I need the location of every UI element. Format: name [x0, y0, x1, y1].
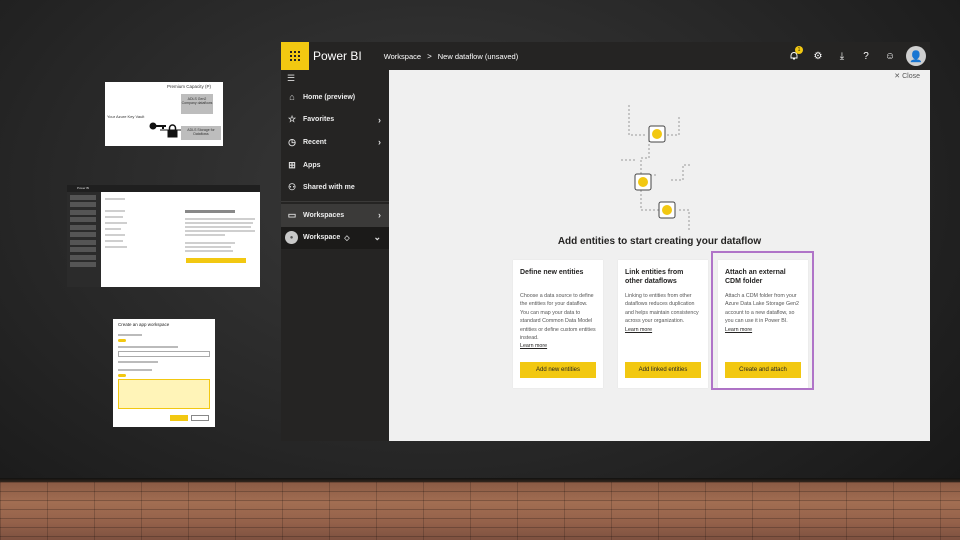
- close-button[interactable]: ✕ Close: [894, 72, 920, 80]
- nav-item-home[interactable]: ⌂ Home (preview): [281, 86, 389, 109]
- main-content: ✕ Close Add entities to start creating y…: [389, 70, 930, 441]
- gear-icon: ⚙: [813, 50, 823, 62]
- thumb1-left-text: Your Azure Key Vault: [107, 114, 145, 119]
- thumb2-topbar: Power BI: [67, 185, 260, 192]
- nav-item-workspaces[interactable]: ▭ Workspaces ›: [281, 203, 389, 227]
- breadcrumb-current: New dataflow (unsaved): [437, 51, 519, 61]
- card-description: Choose a data source to define the entit…: [520, 293, 596, 342]
- nav-item-label: Recent: [303, 138, 327, 146]
- chevron-right-icon: ›: [378, 210, 381, 221]
- workspace-avatar-icon: ●: [285, 231, 298, 245]
- apps-icon: ⊞: [288, 159, 296, 170]
- thumb3-title: Create an app workspace: [118, 322, 170, 327]
- card-description: Attach a CDM folder from your Azure Data…: [725, 293, 799, 325]
- nav-item-label: Workspaces: [303, 211, 345, 219]
- chevron-right-icon: ›: [378, 114, 381, 125]
- thumb2-sidebar: [67, 192, 101, 287]
- clock-icon: ◷: [288, 136, 296, 147]
- premium-diamond-icon: ◇: [344, 234, 350, 242]
- card-define-new-entities: Define new entities Choose a data source…: [513, 260, 603, 388]
- thumbnail-create-workspace: Create an app workspace: [113, 319, 215, 427]
- download-icon: ⤓: [839, 50, 845, 62]
- smiley-icon: ☺: [884, 50, 896, 62]
- thumbnail-architecture: Premium Capacity (P) ADLS Gen2 Company d…: [105, 82, 223, 146]
- close-icon: ✕: [894, 73, 901, 80]
- help-button[interactable]: ?: [854, 42, 878, 70]
- thumb1-gray-box-2: ADLS Storage for Dataflows: [181, 126, 221, 140]
- close-label: Close: [902, 73, 920, 80]
- brand-title: Power BI: [313, 49, 362, 63]
- nav-item-apps[interactable]: ⊞ Apps: [281, 154, 389, 177]
- topbar: Power BI Workspace > New dataflow (unsav…: [281, 42, 930, 70]
- create-and-attach-button[interactable]: Create and attach: [725, 362, 801, 378]
- thumbnail-dataflow-settings: Power BI: [67, 185, 260, 287]
- nav-item-shared[interactable]: ⚇ Shared with me: [281, 176, 389, 199]
- hamburger-icon: ☰: [287, 73, 296, 83]
- nav-item-label: Workspace: [303, 234, 341, 242]
- person-icon: 👤: [909, 50, 923, 63]
- page-headline: Add entities to start creating your data…: [557, 236, 762, 247]
- feedback-button[interactable]: ☺: [878, 42, 902, 70]
- breadcrumb-workspace[interactable]: Workspace: [384, 52, 421, 61]
- nav-item-workspace[interactable]: ● Workspace ◇ ⌄: [281, 226, 389, 250]
- thumb1-title: Premium Capacity (P): [167, 84, 212, 89]
- thumb3-save-button: [170, 415, 188, 421]
- nav-item-favorites[interactable]: ☆ Favorites ›: [281, 109, 389, 132]
- home-icon: ⌂: [289, 92, 295, 103]
- nav-item-recent[interactable]: ◷ Recent ›: [281, 131, 389, 154]
- card-title: Link entities from other dataflows: [625, 269, 684, 285]
- breadcrumb-separator: >: [427, 51, 432, 61]
- nav-item-label: Home (preview): [303, 93, 356, 101]
- add-linked-entities-button[interactable]: Add linked entities: [625, 362, 701, 378]
- workspaces-icon: ▭: [287, 209, 297, 220]
- chevron-down-icon: ⌄: [373, 232, 381, 243]
- nav-item-label: Apps: [303, 161, 321, 169]
- card-description: Linking to entities from other dataflows…: [625, 293, 699, 325]
- lock-icon: [167, 124, 178, 138]
- thumb3-notice: [118, 379, 210, 409]
- learn-more-link[interactable]: Learn more: [725, 327, 802, 333]
- waffle-icon: [290, 51, 300, 61]
- help-icon: ?: [863, 50, 869, 62]
- nav-item-label: Favorites: [303, 116, 335, 124]
- topbar-icons: 1 ⚙ ⤓ ? ☺ 👤: [782, 42, 926, 70]
- card-title: Define new entities: [520, 269, 584, 276]
- thumb2-main: [101, 192, 260, 287]
- hamburger-button[interactable]: ☰: [281, 70, 389, 86]
- nav-divider: [281, 200, 389, 202]
- navigation-pane: ☰ ⌂ Home (preview) ☆ Favorites › ◷ Recen…: [281, 70, 389, 441]
- thumb3-input: [118, 351, 210, 357]
- nav-item-label: Shared with me: [303, 184, 355, 192]
- card-title: Attach an external CDM folder: [725, 269, 786, 285]
- add-new-entities-button[interactable]: Add new entities: [520, 362, 596, 378]
- dataflow-diagram-icon: [621, 105, 691, 230]
- app-launcher-button[interactable]: [281, 42, 309, 70]
- chevron-right-icon: ›: [378, 137, 381, 148]
- wood-floor: [0, 482, 960, 540]
- user-avatar[interactable]: 👤: [906, 46, 926, 66]
- thumb2-button: [186, 258, 246, 263]
- shared-icon: ⚇: [287, 182, 297, 193]
- learn-more-link[interactable]: Learn more: [625, 327, 702, 333]
- thumb1-gray-box: ADLS Gen2 Company dataflows: [181, 94, 213, 114]
- download-button[interactable]: ⤓: [830, 42, 854, 70]
- card-link-entities: Link entities from other dataflows Linki…: [618, 260, 708, 388]
- card-attach-cdm-folder: Attach an external CDM folder Attach a C…: [718, 260, 808, 388]
- notification-badge: 1: [795, 46, 803, 54]
- powerbi-window: Power BI Workspace > New dataflow (unsav…: [281, 42, 930, 441]
- star-icon: ☆: [287, 114, 297, 125]
- notifications-button[interactable]: 1: [782, 42, 806, 70]
- thumb3-cancel-button: [191, 415, 209, 421]
- learn-more-link[interactable]: Learn more: [520, 343, 597, 349]
- settings-button[interactable]: ⚙: [806, 42, 830, 70]
